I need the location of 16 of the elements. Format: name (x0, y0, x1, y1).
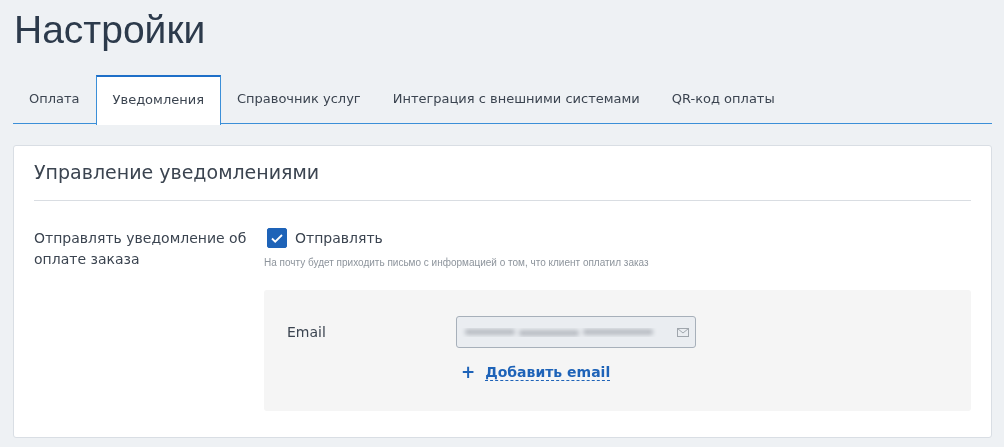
tab[interactable]: Оплата (13, 75, 96, 123)
tab[interactable]: Интеграция с внешними системами (376, 75, 656, 123)
checkbox-label[interactable]: Отправлять (295, 230, 383, 246)
add-email-link[interactable]: Добавить email (485, 363, 611, 381)
email-field[interactable] (456, 316, 696, 348)
field-label: Email (287, 324, 327, 340)
plus-icon[interactable]: + (461, 362, 476, 382)
tab[interactable]: QR-код оплаты (655, 75, 791, 123)
section-title: Управление уведомлениями (34, 146, 971, 201)
page-title: Настройки (13, 7, 207, 53)
hint-text: На почту будет приходить письмо с информацией о том, что клиент оплатил заказ (264, 257, 650, 268)
setting-label: Отправлять уведомление об оплате заказа (34, 229, 248, 269)
tab[interactable]: Уведомления (95, 75, 221, 125)
checkbox[interactable] (267, 228, 287, 248)
envelope-icon (677, 327, 689, 337)
tab[interactable]: Справочник услуг (220, 75, 377, 123)
